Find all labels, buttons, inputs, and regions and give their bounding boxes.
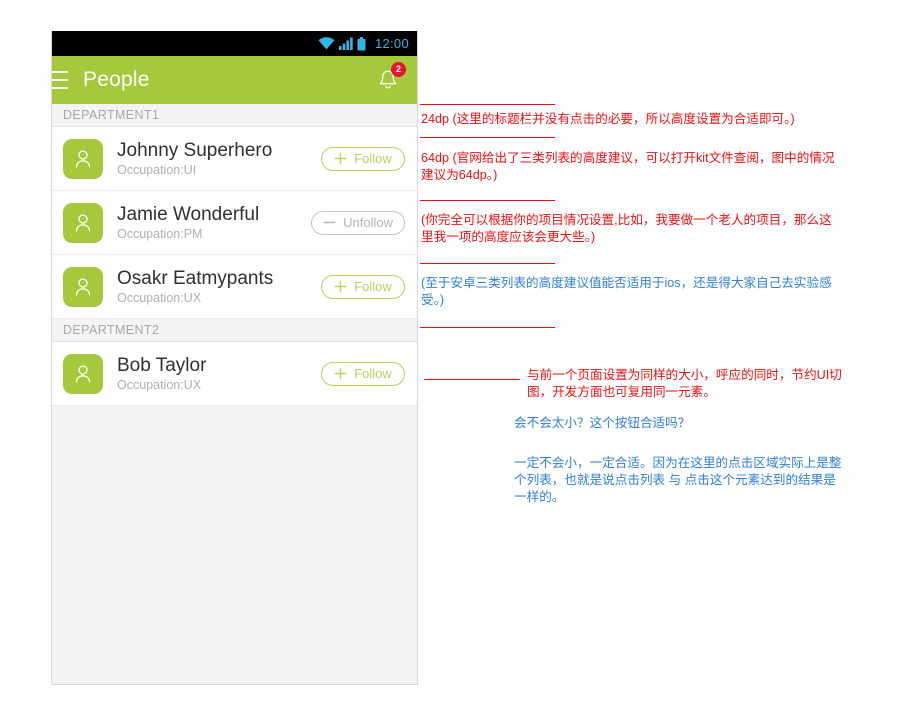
avatar xyxy=(63,266,103,307)
list-item[interactable]: Jamie Wonderful Occupation:PM Unfollow xyxy=(52,191,417,255)
section-header-department2: DEPARTMENT2 xyxy=(52,319,417,342)
follow-button[interactable]: Follow xyxy=(321,146,405,171)
annotation-arrow-line xyxy=(424,379,520,380)
unfollow-button-label: Unfollow xyxy=(343,215,393,230)
minus-icon xyxy=(323,221,336,224)
person-icon xyxy=(75,213,91,232)
list-item-text: Osakr Eatmypants Occupation:UX xyxy=(117,268,321,306)
person-icon xyxy=(75,149,91,168)
list-item-name: Johnny Superhero xyxy=(117,139,273,161)
plus-icon xyxy=(334,152,347,165)
list-item[interactable]: Bob Taylor Occupation:UX Follow xyxy=(52,342,417,406)
section-header-department1: DEPARTMENT1 xyxy=(52,104,417,127)
battery-icon xyxy=(357,36,366,50)
annotation-question: 会不会太小？这个按钮合适吗？ xyxy=(514,416,691,430)
person-icon xyxy=(75,364,91,383)
plus-icon xyxy=(334,280,347,293)
annotation-answer: 一定不会小，一定合适。因为在这里的点击区域实际上是整个列表，也就是说点击列表 与… xyxy=(514,456,842,504)
annotation-project-height: (你完全可以根据你的项目情况设置,比如，我要做一个老人的项目，那么这里我一项的高… xyxy=(421,213,832,244)
list-item-subtitle: Occupation:UX xyxy=(117,377,202,392)
list-item-name: Bob Taylor xyxy=(117,354,207,376)
status-bar-clock: 12:00 xyxy=(374,36,409,51)
list-item-name: Osakr Eatmypants xyxy=(117,267,274,289)
list-item-subtitle: Occupation:PM xyxy=(117,226,203,241)
people-list[interactable]: DEPARTMENT1 Johnny Superhero Occupation:… xyxy=(52,104,417,406)
list-item-name: Jamie Wonderful xyxy=(117,203,260,225)
follow-button-label: Follow xyxy=(354,366,392,381)
annotation-same-size: 与前一个页面设置为同样的大小，呼应的同时，节约UI切图，开发方面也可复用同一元素… xyxy=(527,368,842,399)
avatar xyxy=(63,353,103,394)
list-item-text: Johnny Superhero Occupation:UI xyxy=(117,140,321,178)
follow-button[interactable]: Follow xyxy=(321,361,405,386)
list-item-text: Jamie Wonderful Occupation:PM xyxy=(117,204,311,242)
annotation-64dp: 64dp (官网给出了三类列表的高度建议，可以打开kit文件查阅，图中的情况建议… xyxy=(421,151,835,182)
list-item[interactable]: Johnny Superhero Occupation:UI Follow xyxy=(52,127,417,191)
plus-icon xyxy=(334,367,347,380)
wifi-icon xyxy=(318,37,335,50)
annotation-24dp: 24dp (这里的标题栏并没有点击的必要，所以高度设置为合适即可。) xyxy=(421,112,795,126)
measure-rule-row-bot xyxy=(420,200,555,201)
status-bar: 12:00 xyxy=(52,31,417,56)
avatar xyxy=(63,202,103,243)
avatar xyxy=(63,138,103,179)
follow-button[interactable]: Follow xyxy=(321,274,405,299)
measure-rule-row2-bot xyxy=(420,263,555,264)
follow-button-label: Follow xyxy=(354,279,392,294)
list-item-text: Bob Taylor Occupation:UX xyxy=(117,355,321,393)
measure-rule-appbar-bot xyxy=(420,137,555,138)
annotation-android-ios: (至于安卓三类列表的高度建议值能否适用于ios，还是得大家自己去实验感受。) xyxy=(421,276,832,307)
phone-mockup: 12:00 People 2 DEPARTMENT1 Johnny Superh… xyxy=(51,31,418,685)
notification-bell-button[interactable]: 2 xyxy=(375,62,406,93)
page-title: People xyxy=(83,68,150,91)
status-bar-icons: 12:00 xyxy=(318,36,409,51)
hamburger-icon[interactable] xyxy=(52,71,68,89)
list-item-subtitle: Occupation:UI xyxy=(117,162,197,177)
signal-icon xyxy=(338,37,353,50)
measure-rule-appbar-top xyxy=(420,104,555,105)
follow-button-label: Follow xyxy=(354,151,392,166)
notification-badge: 2 xyxy=(391,62,406,77)
app-bar: People 2 xyxy=(52,56,417,104)
unfollow-button[interactable]: Unfollow xyxy=(311,210,405,235)
list-item-subtitle: Occupation:UX xyxy=(117,290,202,305)
measure-rule-row3-bot xyxy=(420,327,555,328)
person-icon xyxy=(75,277,91,296)
list-item[interactable]: Osakr Eatmypants Occupation:UX Follow xyxy=(52,255,417,319)
